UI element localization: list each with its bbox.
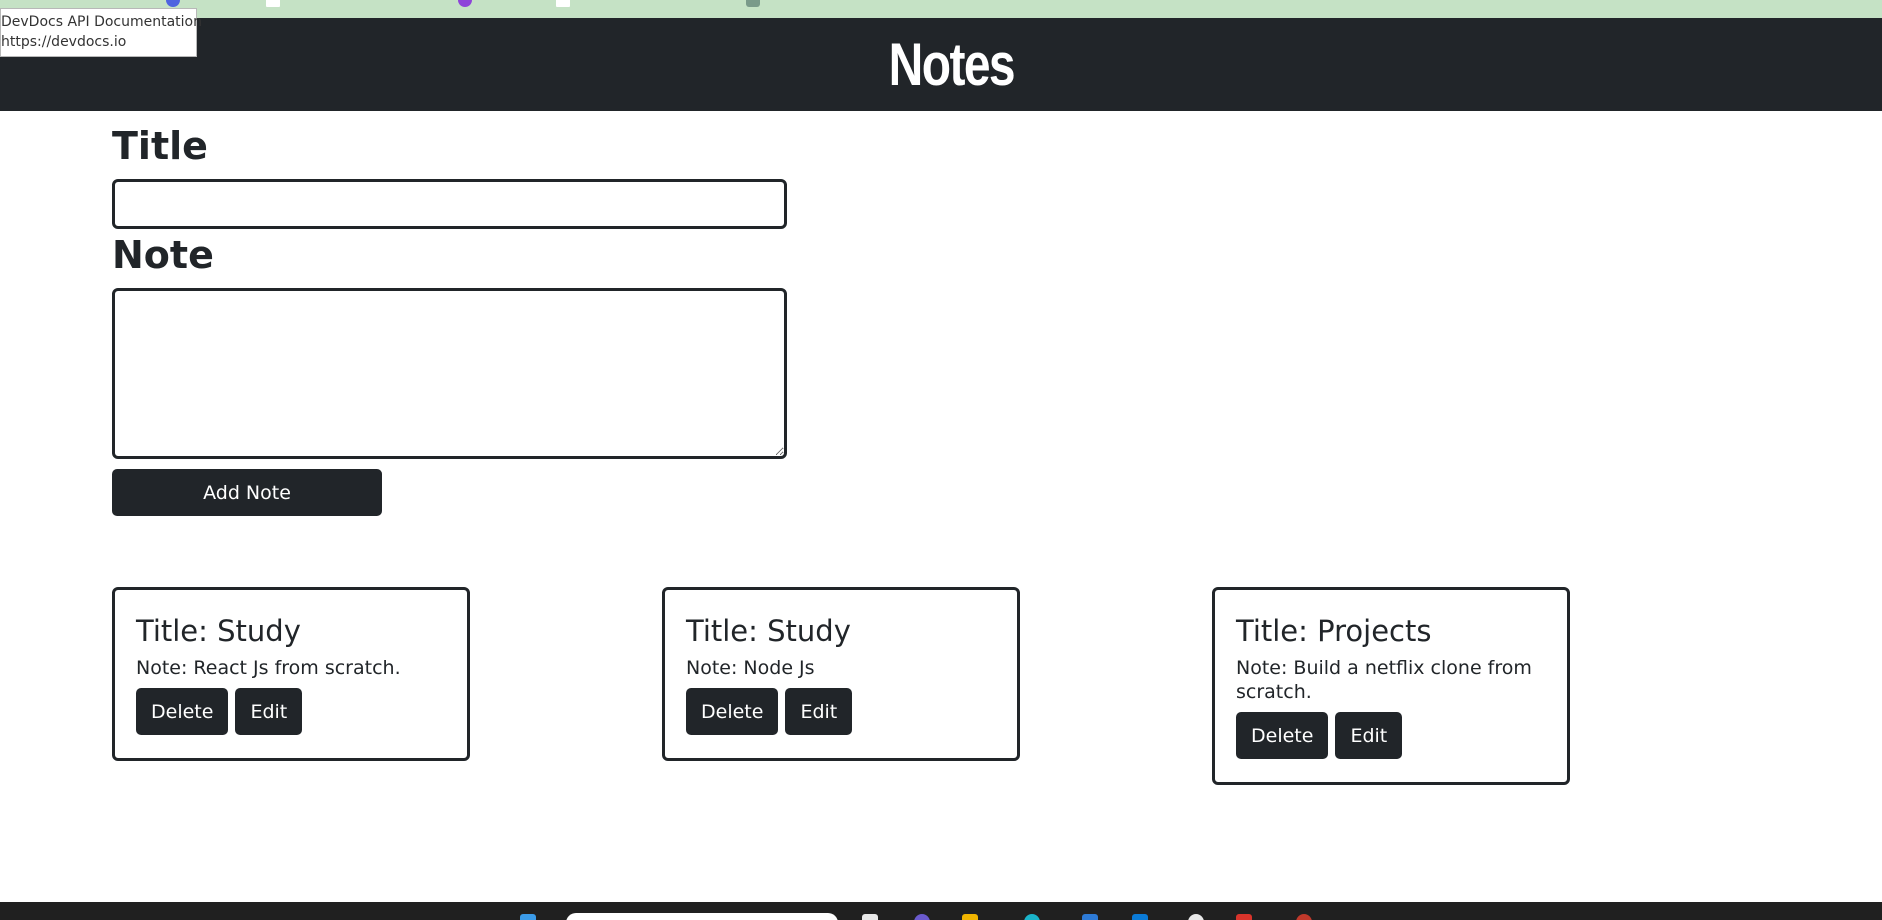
note-card-actions: Delete Edit <box>136 688 446 735</box>
edge-icon[interactable] <box>1024 914 1040 920</box>
page-icon <box>266 0 280 7</box>
note-card: Title: Projects Note: Build a netflix cl… <box>1212 587 1570 785</box>
app-header: Notes <box>0 18 1882 111</box>
note-card: Title: Study Note: Node Js Delete Edit <box>662 587 1020 761</box>
vscode-icon[interactable] <box>1132 914 1148 920</box>
mail-icon[interactable] <box>1236 914 1252 920</box>
app-title: Notes <box>888 31 1015 98</box>
note-card-actions: Delete Edit <box>686 688 996 735</box>
globe-icon <box>746 0 760 7</box>
edit-button[interactable]: Edit <box>1335 712 1403 759</box>
delete-button[interactable]: Delete <box>686 688 779 735</box>
note-card-text: Note: Build a netflix clone from scratch… <box>1236 657 1532 703</box>
edit-button[interactable]: Edit <box>235 688 303 735</box>
bookmark-page[interactable] <box>266 0 280 7</box>
tooltip-url: https://devdocs.io <box>1 34 127 50</box>
note-card-title: Title: Projects <box>1236 614 1432 648</box>
note-card-text: Note: React Js from scratch. <box>136 657 401 679</box>
store-icon[interactable] <box>1082 914 1098 920</box>
folder-icon[interactable] <box>962 914 978 920</box>
note-card-title: Title: Study <box>136 614 301 648</box>
note-card-title: Title: Study <box>686 614 851 648</box>
title-input[interactable] <box>112 179 787 229</box>
bookmark-globe[interactable] <box>746 0 760 7</box>
browser-icon[interactable] <box>1296 914 1312 920</box>
taskbar <box>0 902 1882 920</box>
circle-icon <box>458 0 472 7</box>
note-textarea[interactable] <box>112 288 787 459</box>
page-icon <box>556 0 570 7</box>
tooltip-title: DevDocs API Documentation <box>1 14 202 30</box>
task-view-icon[interactable] <box>862 914 878 920</box>
app-icon[interactable] <box>914 914 930 920</box>
bookmark-purple[interactable] <box>458 0 472 7</box>
bookmark-doc[interactable] <box>556 0 570 7</box>
title-label: Title <box>112 124 208 168</box>
taskbar-search[interactable] <box>566 913 838 920</box>
devdocs-icon <box>166 0 180 7</box>
note-card: Title: Study Note: React Js from scratch… <box>112 587 470 761</box>
delete-button[interactable]: Delete <box>136 688 229 735</box>
bookmark-devdocs[interactable] <box>166 0 180 7</box>
note-card-text: Note: Node Js <box>686 657 815 679</box>
chrome-icon[interactable] <box>1188 914 1204 920</box>
bookmarks-bar <box>0 0 1882 18</box>
delete-button[interactable]: Delete <box>1236 712 1329 759</box>
note-card-actions: Delete Edit <box>1236 712 1546 759</box>
start-icon[interactable] <box>520 914 536 920</box>
add-note-button[interactable]: Add Note <box>112 469 382 516</box>
note-label: Note <box>112 233 214 277</box>
edit-button[interactable]: Edit <box>785 688 853 735</box>
bookmark-tooltip: DevDocs API Documentation https://devdoc… <box>0 8 202 57</box>
